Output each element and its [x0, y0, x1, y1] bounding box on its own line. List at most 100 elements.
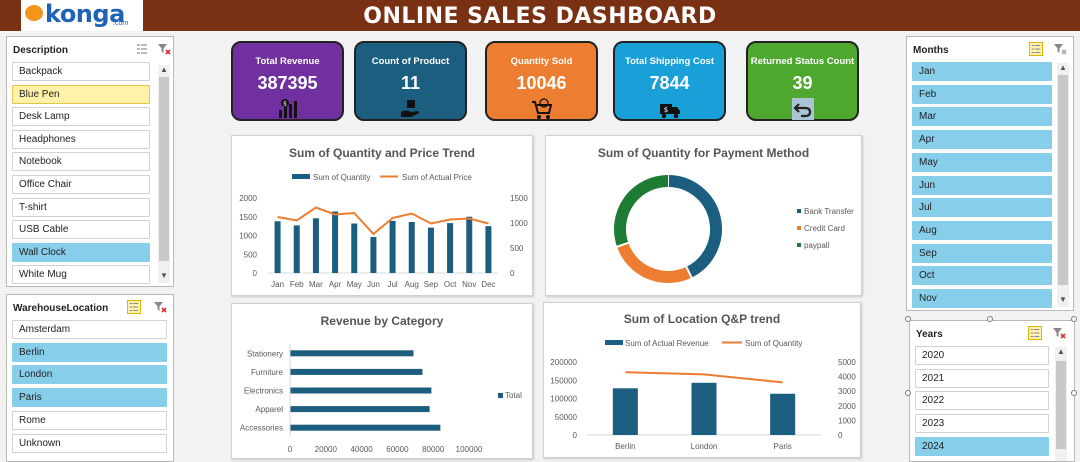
y-tick-label: 2000 — [239, 194, 257, 203]
kpi-label: Total Shipping Cost — [624, 56, 714, 67]
bar-quantity-dec — [485, 226, 492, 273]
slice-bank-transfer — [667, 175, 722, 278]
kpi-value: 7844 — [649, 73, 690, 93]
cart-icon — [531, 98, 552, 119]
resize-handle[interactable] — [987, 316, 993, 322]
slicer-item-2020[interactable]: 2020 — [915, 346, 1049, 365]
slicer-item-nov[interactable]: Nov — [912, 289, 1052, 308]
months-scrollbar[interactable]: ▲ ▼ — [1057, 63, 1069, 307]
warehouse-slicer: WarehouseLocation Amsterdam Berlin London P… — [6, 294, 174, 462]
slicer-item-2022[interactable]: 2022 — [915, 391, 1049, 411]
multi-select-icon[interactable] — [1029, 42, 1043, 56]
slicer-item-headphones[interactable]: Headphones — [12, 129, 150, 149]
slicer-item-london[interactable]: London — [12, 365, 167, 385]
legend-swatch — [797, 209, 801, 213]
clear-filter-icon[interactable] — [157, 42, 171, 56]
multi-select-icon[interactable] — [135, 42, 149, 56]
slicer-item-oct[interactable]: Oct — [912, 266, 1052, 286]
scroll-down-icon[interactable]: ▼ — [1059, 295, 1067, 304]
slicer-item-office-chair[interactable]: Office Chair — [12, 175, 150, 194]
legend-swatch — [797, 226, 801, 230]
slicer-item-usb-cable[interactable]: USB Cable — [12, 220, 150, 240]
scroll-thumb[interactable] — [1058, 75, 1068, 285]
slicer-item-white-mug[interactable]: White Mug — [12, 265, 150, 285]
multi-select-icon[interactable] — [127, 300, 141, 314]
slicer-item-berlin[interactable]: Berlin — [12, 342, 167, 362]
slicer-item-unknown[interactable]: Unknown — [12, 433, 167, 453]
legend-label: Total — [505, 391, 522, 400]
slicer-item-jan[interactable]: Jan — [912, 62, 1052, 81]
slicer-title: Months — [913, 45, 949, 56]
slicer-item-aug[interactable]: Aug — [912, 220, 1052, 240]
slicer-item-notebook[interactable]: Notebook — [12, 152, 150, 172]
x-tick-label: Apr — [329, 280, 342, 289]
scroll-up-icon[interactable]: ▲ — [160, 65, 168, 74]
multi-select-icon[interactable] — [1028, 326, 1042, 340]
resize-handle[interactable] — [905, 316, 911, 322]
slicer-item-paris[interactable]: Paris — [12, 388, 167, 408]
clear-filter-icon[interactable] — [153, 300, 167, 314]
box-hand-icon — [400, 100, 419, 117]
slicer-item-2023[interactable]: 2023 — [915, 414, 1049, 434]
resize-handle[interactable] — [1071, 316, 1077, 322]
slicer-header: Months — [907, 37, 1073, 63]
clear-filter-icon[interactable] — [1053, 42, 1067, 56]
scroll-down-icon[interactable]: ▼ — [160, 271, 168, 280]
slicer-item-backpack[interactable]: Backpack — [12, 62, 150, 81]
bar-quantity-jul — [389, 220, 396, 273]
kpi-label: Quantity Sold — [510, 56, 573, 67]
x-tick-label: 60000 — [386, 445, 409, 454]
years-scrollbar[interactable]: ▲ — [1055, 347, 1067, 461]
x-tick-label: Sep — [424, 280, 439, 289]
slicer-item-feb[interactable]: Feb — [912, 84, 1052, 104]
y-tick-label: Apparel — [255, 405, 283, 414]
truck-icon: $ — [659, 104, 680, 119]
scroll-up-icon[interactable]: ▲ — [1059, 63, 1067, 72]
slicer-item-jun[interactable]: Jun — [912, 175, 1052, 195]
resize-handle[interactable] — [1071, 390, 1077, 396]
legend-swatch-quantity — [292, 174, 310, 179]
slicer-title: Description — [13, 45, 69, 56]
slicer-item-t-shirt[interactable]: T-shirt — [12, 197, 150, 217]
slicer-item-jul[interactable]: Jul — [912, 198, 1052, 218]
kpi-label: Total Revenue — [255, 56, 320, 67]
legend-label: Sum of Quantity — [313, 173, 370, 182]
y-tick-label: Electronics — [244, 387, 283, 396]
description-scrollbar[interactable]: ▲ ▼ — [158, 65, 170, 283]
slicer-item-2021[interactable]: 2021 — [915, 368, 1049, 388]
slicer-item-blue-pen[interactable]: Blue Pen — [12, 84, 150, 104]
scroll-thumb[interactable] — [1056, 361, 1066, 449]
legend-label: Sum of Actual Price — [402, 173, 472, 182]
kpi-value: 10046 — [516, 73, 567, 93]
y2-tick-label: 0 — [510, 269, 515, 278]
bar-quantity-aug — [408, 222, 415, 273]
y2-tick-label: 3000 — [838, 387, 856, 396]
slicer-item-sep[interactable]: Sep — [912, 243, 1052, 263]
slicer-item-wall-clock[interactable]: Wall Clock — [12, 242, 150, 262]
location-trend-chart: Sum of Location Q&P trend Sum of Actual … — [543, 302, 861, 458]
y-tick-label: 150000 — [550, 376, 577, 385]
x-tick-label: May — [347, 280, 362, 289]
revenue-category-svg: Stationery Furniture Electronics Apparel Acc… — [240, 344, 522, 454]
clear-filter-icon[interactable] — [1052, 326, 1066, 340]
y2-tick-label: 2000 — [838, 402, 856, 411]
slicer-item-amsterdam[interactable]: Amsterdam — [12, 320, 167, 339]
y-tick-label: Furniture — [251, 368, 284, 377]
y-tick-label: 1500 — [239, 213, 257, 222]
slicer-item-apr[interactable]: Apr — [912, 130, 1052, 150]
x-tick-label: Paris — [774, 442, 792, 451]
slicer-title: Years — [916, 329, 943, 340]
slicer-item-may[interactable]: May — [912, 152, 1052, 172]
dashboard: konga .com ONLINE SALES DASHBOARD Descri… — [0, 0, 1080, 462]
line-quantity — [625, 371, 783, 384]
x-tick-label: 40000 — [350, 445, 373, 454]
scroll-thumb[interactable] — [159, 77, 169, 261]
quantity-price-trend-chart: Sum of Quantity and Price Trend Sum of Q… — [231, 135, 533, 296]
resize-handle[interactable] — [905, 390, 911, 396]
x-tick-label: Mar — [309, 280, 323, 289]
slicer-item-rome[interactable]: Rome — [12, 410, 167, 430]
slicer-item-2024[interactable]: 2024 — [915, 436, 1049, 456]
slicer-item-mar[interactable]: Mar — [912, 107, 1052, 127]
scroll-up-icon[interactable]: ▲ — [1057, 347, 1065, 356]
slicer-item-desk-lamp[interactable]: Desk Lamp — [12, 107, 150, 127]
